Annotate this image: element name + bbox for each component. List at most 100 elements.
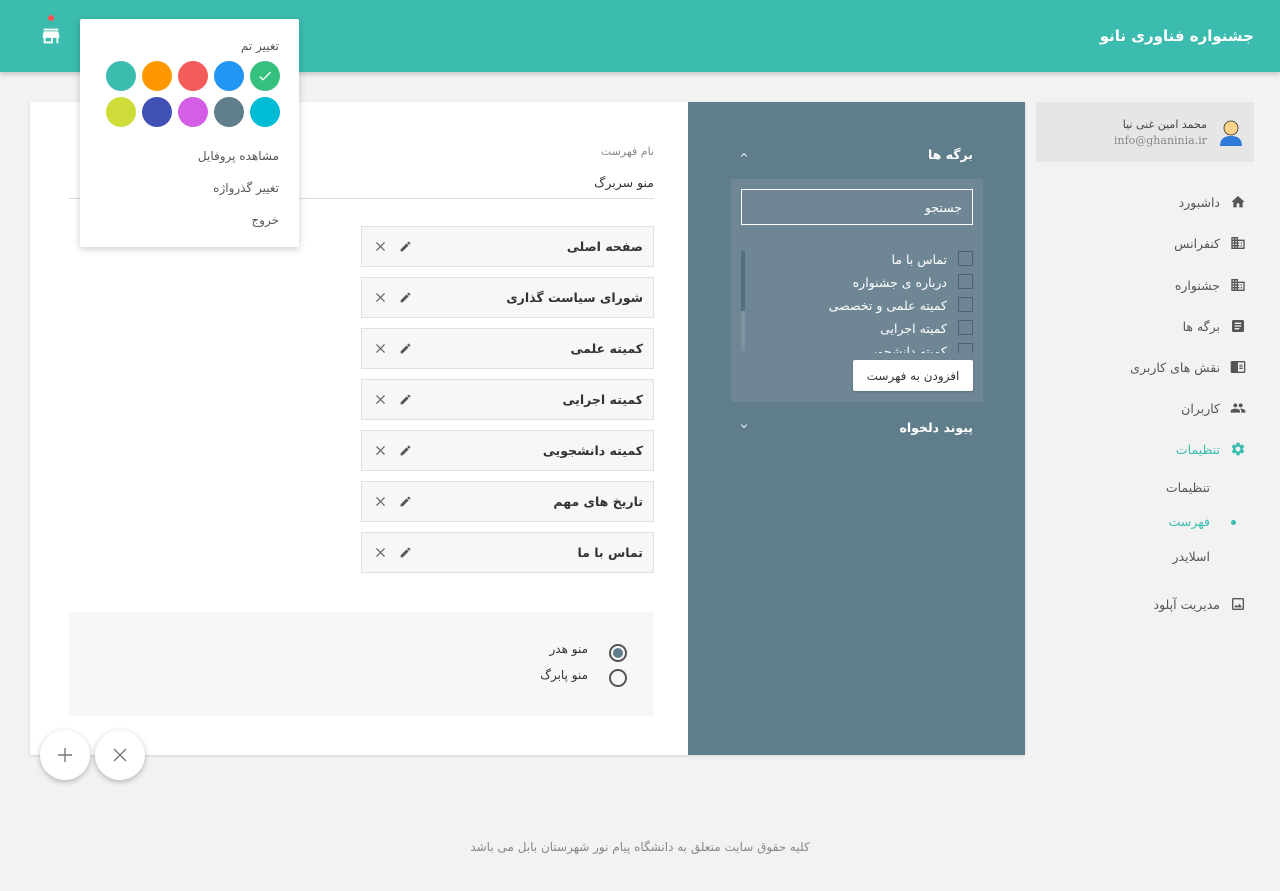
edit-icon[interactable] (399, 546, 412, 559)
sidebar-item-label: کنفرانس (1174, 236, 1220, 251)
theme-color-swatch[interactable] (142, 61, 172, 91)
edit-icon[interactable] (399, 393, 412, 406)
roles-icon (1230, 361, 1246, 373)
edit-icon[interactable] (399, 495, 412, 508)
document-icon (1232, 320, 1244, 332)
add-button[interactable] (40, 730, 90, 780)
add-to-menu-button[interactable]: افزودن به فهرست (853, 360, 973, 391)
sidebar-subitem-label: اسلایدر (1172, 549, 1210, 564)
user-card[interactable]: محمد امین غنی نیا info@ghaninia.ir (1036, 102, 1254, 162)
page-checkbox[interactable] (958, 251, 973, 266)
theme-title: تغییر تم (240, 39, 279, 53)
plus-icon (58, 748, 72, 762)
theme-color-swatch[interactable] (106, 61, 136, 91)
menu-item-label: تماس با ما (577, 545, 643, 560)
menu-item[interactable]: تماس با ما (361, 532, 654, 573)
sidebar-item-upload[interactable]: مدیریت آپلود (1036, 592, 1254, 616)
scrollbar-thumb[interactable] (741, 251, 745, 311)
sidebar-subitem-slider[interactable]: اسلایدر (1036, 546, 1254, 566)
close-button[interactable] (95, 730, 145, 780)
page-label: درباره ی جشنواره (852, 275, 947, 290)
sidebar-item-settings[interactable]: تنظیمات (1036, 437, 1254, 461)
page-label: تماس با ما (891, 252, 947, 267)
sidebar-subitem-label: فهرست (1168, 514, 1210, 529)
theme-color-swatch[interactable] (178, 97, 208, 127)
page-checkbox[interactable] (958, 320, 973, 335)
edit-icon[interactable] (399, 444, 412, 457)
page-checkbox[interactable] (958, 274, 973, 289)
user-email: info@ghaninia.ir (1113, 134, 1207, 147)
sidebar-item-roles[interactable]: نقش های کاربری (1036, 355, 1254, 379)
page-label: کمیته اجرایی (880, 321, 947, 336)
menu-item-label: شورای سیاست گذاری (506, 290, 643, 305)
theme-color-swatch[interactable] (214, 97, 244, 127)
menu-item[interactable]: شورای سیاست گذاری (361, 277, 654, 318)
list-item: درباره ی جشنواره (751, 272, 973, 292)
pages-section-title[interactable]: برگه ها (928, 147, 973, 162)
footer-menu-label: منو پابرگ (540, 668, 588, 682)
site-title: جشنواره فناوری نانو (1099, 27, 1254, 45)
active-dot (1231, 520, 1236, 525)
list-item: کمیته دانشجویی (751, 341, 973, 353)
page-checkbox[interactable] (958, 343, 973, 353)
remove-icon[interactable] (374, 546, 387, 559)
theme-color-swatch[interactable] (214, 61, 244, 91)
user-name: محمد امین غنی نیا (1122, 118, 1207, 131)
remove-icon[interactable] (374, 444, 387, 457)
user-dropdown-menu: تغییر تم مشاهده پروفایل تغییر گذرواژه خر… (80, 19, 299, 247)
page-label: کمیته دانشجویی (863, 344, 948, 353)
menu-item[interactable]: صفحه اصلی (361, 226, 654, 267)
theme-color-swatch[interactable] (142, 97, 172, 127)
menu-name-field[interactable]: منو سربرگ (560, 175, 654, 190)
sidebar-subitem-settings[interactable]: تنظیمات (1036, 477, 1254, 497)
theme-color-swatch[interactable] (250, 97, 280, 127)
menu-item[interactable]: کمیته دانشجویی (361, 430, 654, 471)
building-icon (1231, 237, 1245, 249)
menu-item-label: کمیته علمی (570, 341, 643, 356)
sidebar-subitem-menus[interactable]: فهرست (1036, 511, 1254, 531)
page-label: کمیته علمی و تخصصی (828, 298, 947, 313)
remove-icon[interactable] (374, 342, 387, 355)
edit-icon[interactable] (399, 291, 412, 304)
sidebar-item-festival[interactable]: جشنواره (1036, 273, 1254, 297)
theme-color-swatch[interactable] (250, 61, 280, 91)
chevron-up-icon[interactable] (738, 149, 750, 161)
remove-icon[interactable] (374, 393, 387, 406)
page-checkbox[interactable] (958, 297, 973, 312)
sidebar-item-pages[interactable]: برگه ها (1036, 314, 1254, 338)
header-menu-radio[interactable] (609, 644, 627, 662)
sidebar-item-label: برگه ها (1182, 319, 1220, 334)
sidebar-item-dashboard[interactable]: داشبورد (1036, 190, 1254, 214)
logout-link[interactable]: خروج (251, 213, 279, 227)
theme-color-swatch[interactable] (178, 61, 208, 91)
header-menu-label: منو هدر (549, 642, 588, 656)
sidebar-subitem-label: تنظیمات (1165, 480, 1210, 495)
edit-icon[interactable] (399, 342, 412, 355)
remove-icon[interactable] (374, 291, 387, 304)
remove-icon[interactable] (374, 240, 387, 253)
home-icon (1231, 196, 1245, 208)
custom-link-section-title[interactable]: پیوند دلخواه (899, 420, 973, 435)
menu-item[interactable]: کمیته علمی (361, 328, 654, 369)
menu-item[interactable]: کمیته اجرایی (361, 379, 654, 420)
chevron-down-icon[interactable] (738, 420, 750, 432)
footer-menu-radio[interactable] (609, 669, 627, 687)
view-profile-link[interactable]: مشاهده پروفایل (198, 149, 279, 163)
close-icon (113, 748, 127, 762)
edit-icon[interactable] (399, 240, 412, 253)
sidebar-item-users[interactable]: کاربران (1036, 396, 1254, 420)
theme-color-swatch[interactable] (106, 97, 136, 127)
pages-search-input[interactable] (741, 189, 973, 225)
menu-item[interactable]: تاریخ های مهم (361, 481, 654, 522)
gear-icon (1231, 442, 1245, 456)
menu-item-label: کمیته اجرایی (562, 392, 643, 407)
change-password-link[interactable]: تغییر گذرواژه (213, 181, 279, 195)
remove-icon[interactable] (374, 495, 387, 508)
store-icon[interactable] (40, 25, 62, 47)
image-icon (1232, 598, 1244, 610)
users-icon (1230, 403, 1246, 413)
sidebar-item-label: کاربران (1181, 401, 1220, 416)
building-icon (1231, 279, 1245, 291)
sidebar-item-label: مدیریت آپلود (1153, 597, 1220, 612)
sidebar-item-conference[interactable]: کنفرانس (1036, 231, 1254, 255)
